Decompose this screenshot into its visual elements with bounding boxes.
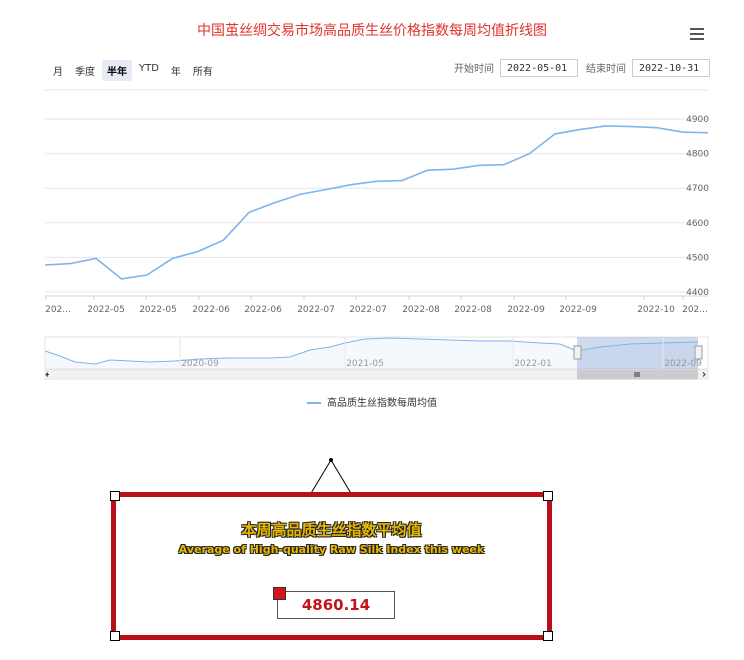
y-tick-label: 4900 [686, 115, 709, 125]
line-chart: 440045004600470048004900202... 2022-05 202… [44, 89, 709, 380]
series-line[interactable] [44, 125, 709, 280]
corner-bottom-left [110, 631, 120, 641]
average-value: 4860.14 [277, 591, 395, 619]
x-tick-label: 2022-05 [87, 305, 125, 315]
badge-title-en: Average of High-quality Raw Silk Index t… [178, 543, 485, 556]
legend[interactable]: 高品质生丝指数每周均值 [0, 394, 744, 409]
weekly-average-badge: 本周高品质生丝指数平均值 Average of High-quality Raw… [110, 491, 553, 641]
x-tick-label: 2022-09 [559, 305, 597, 315]
corner-bottom-right [543, 631, 553, 641]
x-tick-label: 202... [682, 305, 708, 315]
navigator-handle[interactable] [694, 345, 703, 360]
navigator-label: 2021-05 [346, 359, 384, 369]
x-tick-label: 2022-06 [192, 305, 230, 315]
x-tick-label: 202... [45, 305, 71, 315]
x-tick-label: 2022-07 [349, 305, 387, 315]
corner-top-right [543, 491, 553, 501]
badge-title-cn: 本周高品质生丝指数平均值 [241, 521, 422, 539]
legend-label: 高品质生丝指数每周均值 [327, 398, 437, 409]
x-tick-label: 2022-05 [139, 305, 177, 315]
x-tick-label: 2022-08 [402, 305, 440, 315]
corner-top-left [110, 491, 120, 501]
badge-panel: 本周高品质生丝指数平均值 Average of High-quality Raw… [116, 497, 547, 635]
navigator-label: 2020-09 [181, 359, 219, 369]
navigator-label: 2022-01 [514, 359, 552, 369]
x-tick-label: 2022-08 [454, 305, 492, 315]
x-tick-label: 2022-09 [507, 305, 545, 315]
navigator-handle[interactable] [573, 345, 582, 360]
navigator-label: 2022-09 [664, 359, 702, 369]
y-tick-label: 4700 [686, 184, 709, 194]
y-tick-label: 4500 [686, 253, 709, 263]
y-tick-label: 4600 [686, 219, 709, 229]
value-marker [273, 587, 286, 600]
x-tick-label: 2022-06 [244, 305, 282, 315]
x-tick-label: 2022-10 [637, 305, 675, 315]
legend-swatch [307, 402, 321, 404]
x-tick-label: 2022-07 [297, 305, 335, 315]
y-tick-label: 4800 [686, 150, 709, 160]
